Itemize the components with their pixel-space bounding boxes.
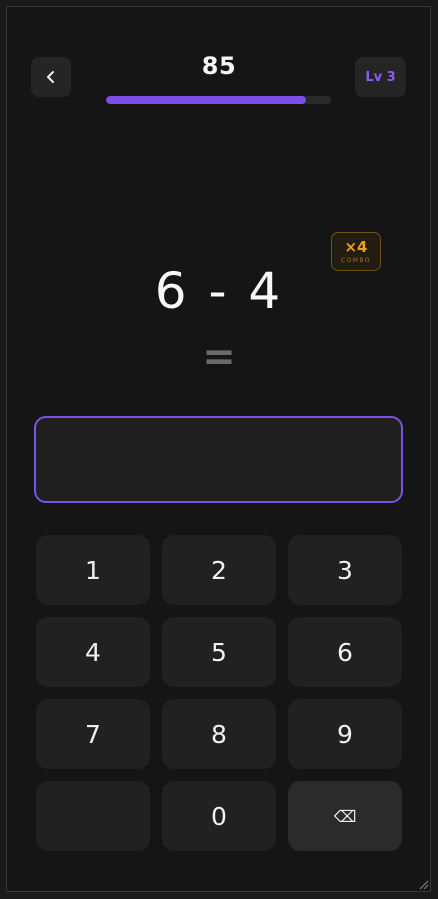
key-blank: [36, 781, 150, 851]
key-2[interactable]: 2: [162, 535, 276, 605]
key-5[interactable]: 5: [162, 617, 276, 687]
progress-fill: [106, 96, 307, 104]
key-3[interactable]: 3: [288, 535, 402, 605]
key-7[interactable]: 7: [36, 699, 150, 769]
progress-bar: [106, 96, 331, 104]
key-8[interactable]: 8: [162, 699, 276, 769]
key-4[interactable]: 4: [36, 617, 150, 687]
key-6[interactable]: 6: [288, 617, 402, 687]
resize-handle-icon[interactable]: [417, 878, 429, 890]
problem-expression: 6 - 4: [154, 262, 284, 320]
key-9[interactable]: 9: [288, 699, 402, 769]
level-badge: Lv 3: [355, 57, 406, 97]
equals-sign: =: [202, 334, 236, 380]
answer-input[interactable]: [34, 416, 403, 503]
backspace-key[interactable]: ⌫: [288, 781, 402, 851]
key-1[interactable]: 1: [36, 535, 150, 605]
backspace-icon: ⌫: [333, 806, 357, 826]
keypad: 1 2 3 4 5 6 7 8 9 0 ⌫: [36, 535, 402, 851]
key-0[interactable]: 0: [162, 781, 276, 851]
combo-multiplier: ×4: [344, 238, 368, 256]
